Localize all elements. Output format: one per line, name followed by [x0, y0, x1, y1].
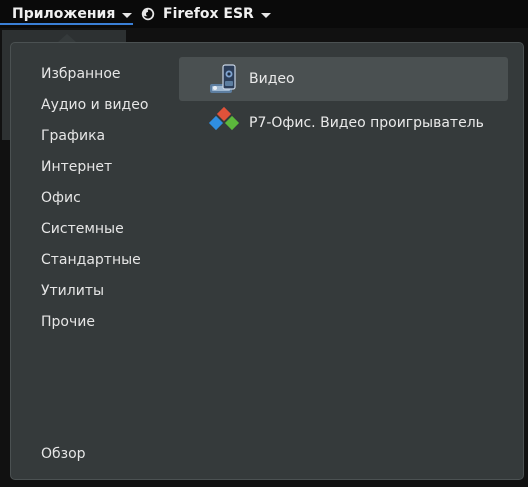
category-graphics[interactable]: Графика: [41, 126, 105, 146]
firefox-icon: [141, 7, 155, 21]
category-audio-video[interactable]: Аудио и видео: [41, 95, 148, 115]
category-other[interactable]: Прочие: [41, 312, 95, 332]
applications-menu-button[interactable]: Приложения: [0, 0, 133, 28]
active-indicator: [0, 23, 133, 25]
applications-menu-label: Приложения: [12, 6, 116, 22]
application-list: Видео Р7-Офис. Видео проигрыватель: [179, 57, 508, 145]
firefox-app-menu-button[interactable]: Firefox ESR: [141, 0, 271, 28]
video-player-icon: [207, 62, 241, 96]
category-system[interactable]: Системные: [41, 219, 124, 239]
app-item-video-label: Видео: [249, 71, 295, 87]
chevron-down-icon: [122, 12, 133, 18]
app-item-video[interactable]: Видео: [179, 57, 508, 101]
overview-button[interactable]: Обзор: [41, 444, 86, 464]
category-utilities[interactable]: Утилиты: [41, 281, 104, 301]
app-item-r7-office-video-player[interactable]: Р7-Офис. Видео проигрыватель: [179, 101, 508, 145]
category-list: Избранное Аудио и видео Графика Интернет…: [11, 43, 179, 479]
category-accessories[interactable]: Стандартные: [41, 250, 141, 270]
app-item-r7-office-video-player-label: Р7-Офис. Видео проигрыватель: [249, 115, 484, 131]
chevron-down-icon: [260, 12, 271, 18]
category-favorites[interactable]: Избранное: [41, 64, 121, 84]
menu-pointer-arrow: [58, 34, 76, 42]
applications-menu-popup: Избранное Аудио и видео Графика Интернет…: [10, 42, 524, 480]
firefox-app-label: Firefox ESR: [163, 6, 254, 22]
category-internet[interactable]: Интернет: [41, 157, 112, 177]
r7-office-video-icon: [207, 106, 241, 140]
category-office[interactable]: Офис: [41, 188, 81, 208]
top-panel: Приложения Firefox ESR: [0, 0, 528, 28]
